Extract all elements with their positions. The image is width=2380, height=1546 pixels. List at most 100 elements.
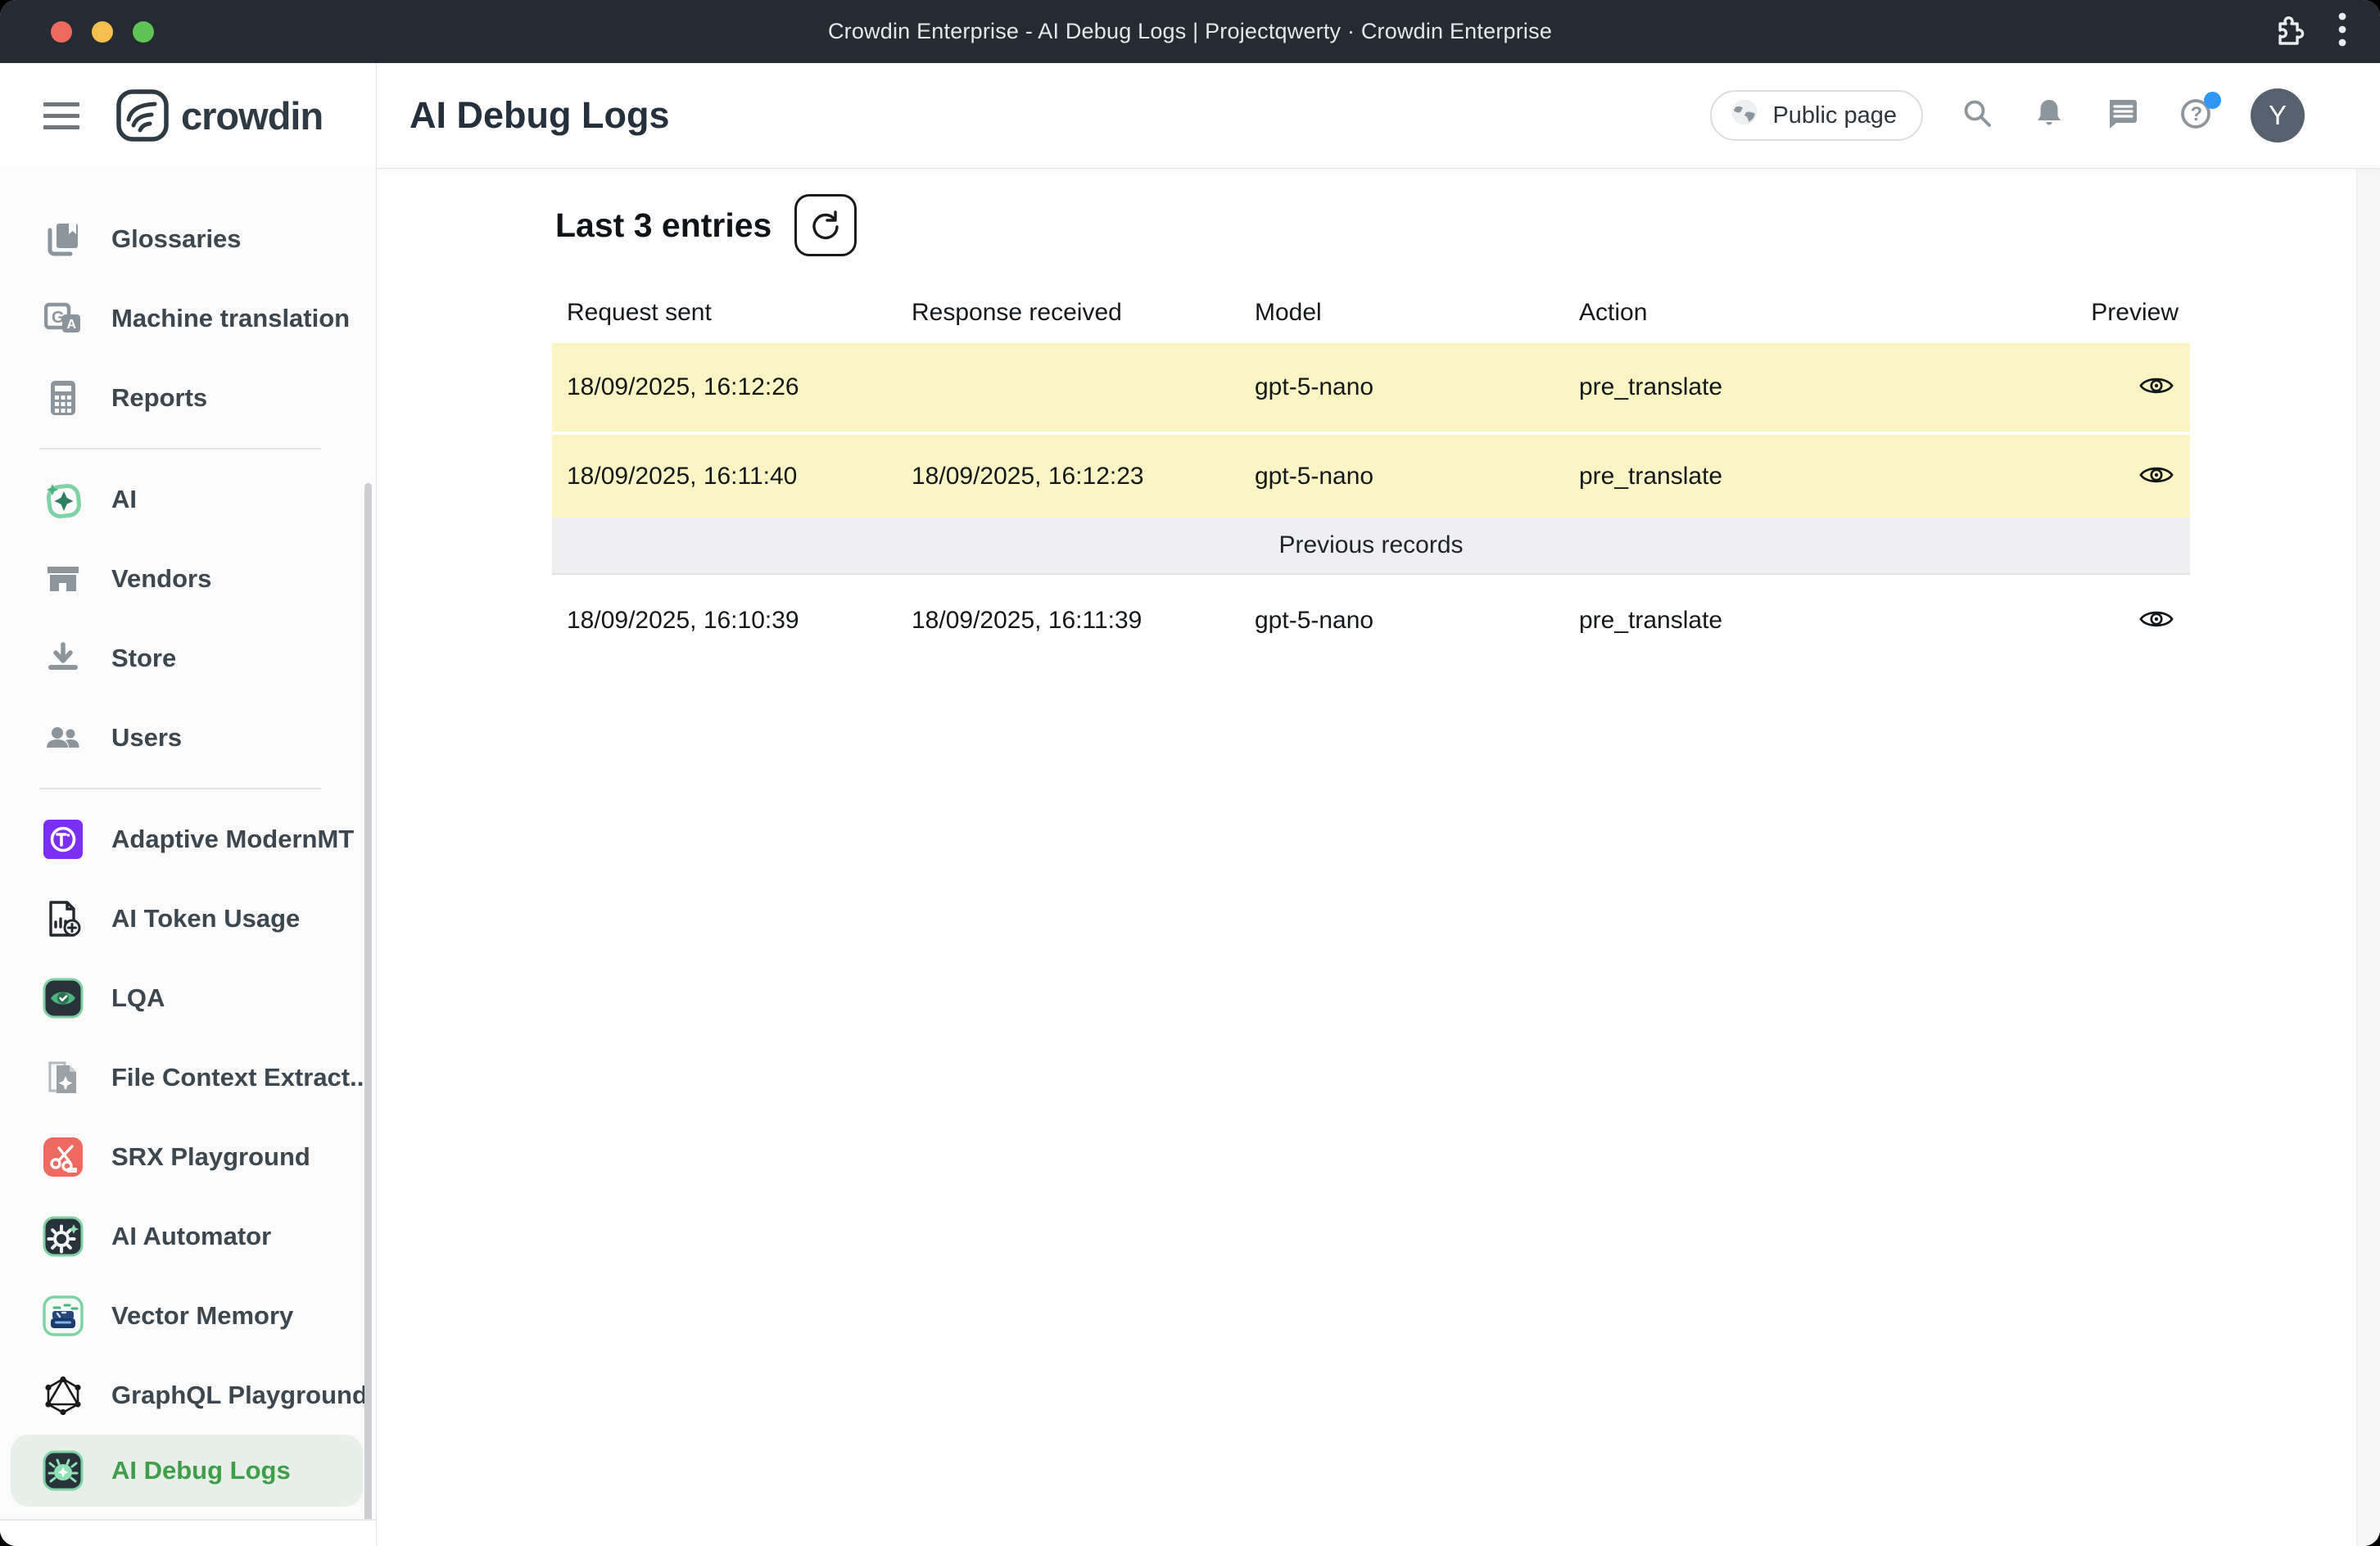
page-scrollbar[interactable] bbox=[2356, 63, 2380, 1546]
ai-icon bbox=[43, 479, 84, 520]
sidebar-item-label: GraphQL Playground bbox=[111, 1381, 368, 1410]
col-header-request-sent: Request sent bbox=[552, 299, 912, 327]
sidebar-header: crowdin bbox=[0, 63, 376, 168]
browser-titlebar: Crowdin Enterprise - AI Debug Logs | Pro… bbox=[0, 0, 2380, 63]
col-header-model: Model bbox=[1255, 299, 1579, 327]
machine-translation-icon: GA bbox=[43, 298, 84, 339]
svg-text:A: A bbox=[67, 318, 77, 332]
notifications-bell-icon[interactable] bbox=[2031, 96, 2067, 136]
sidebar-item-label: Machine translation bbox=[111, 304, 350, 333]
sidebar-item-file-context-extraction[interactable]: File Context Extract... bbox=[0, 1037, 376, 1117]
crowdin-logo[interactable]: crowdin bbox=[115, 88, 323, 142]
cell-model: gpt-5-nano bbox=[1255, 373, 1579, 401]
table-row: 18/09/2025, 16:10:39 18/09/2025, 16:11:3… bbox=[552, 575, 2190, 666]
previous-records-button[interactable]: Previous records bbox=[552, 518, 2190, 575]
cell-request-sent: 18/09/2025, 16:11:40 bbox=[552, 463, 912, 490]
table-header-row: Request sent Response received Model Act… bbox=[552, 283, 2190, 343]
srx-playground-icon bbox=[43, 1137, 84, 1178]
table-row: 18/09/2025, 16:11:40 18/09/2025, 16:12:2… bbox=[552, 435, 2190, 518]
file-context-extraction-icon bbox=[43, 1057, 84, 1098]
refresh-button[interactable] bbox=[794, 194, 857, 256]
entries-heading: Last 3 entries bbox=[555, 206, 771, 245]
ai-automator-icon bbox=[43, 1216, 84, 1257]
help-icon[interactable]: ? bbox=[2177, 95, 2215, 137]
lqa-icon bbox=[43, 978, 84, 1019]
users-icon bbox=[43, 717, 84, 758]
svg-text:?: ? bbox=[2191, 103, 2203, 125]
store-icon bbox=[43, 638, 84, 679]
cell-model: gpt-5-nano bbox=[1255, 463, 1579, 490]
sidebar-item-label: Store bbox=[111, 644, 176, 673]
sidebar-item-label: Users bbox=[111, 723, 182, 753]
graphql-playground-icon bbox=[43, 1375, 84, 1416]
cell-model: gpt-5-nano bbox=[1255, 607, 1579, 635]
cell-request-sent: 18/09/2025, 16:10:39 bbox=[552, 607, 912, 635]
sidebar-item-label: Glossaries bbox=[111, 224, 242, 254]
page-title: AI Debug Logs bbox=[409, 94, 669, 137]
col-header-action: Action bbox=[1579, 299, 1990, 327]
reports-icon bbox=[43, 377, 84, 418]
sidebar-scrollbar[interactable] bbox=[364, 483, 372, 1531]
sidebar-item-srx-playground[interactable]: SRX Playground bbox=[0, 1117, 376, 1196]
sidebar-item-label: Vector Memory bbox=[111, 1301, 293, 1331]
sidebar-item-label: AI Debug Logs bbox=[111, 1456, 291, 1485]
avatar-initial: Y bbox=[2269, 100, 2287, 131]
cell-request-sent: 18/09/2025, 16:12:26 bbox=[552, 373, 912, 401]
cell-action: pre_translate bbox=[1579, 607, 1990, 635]
extensions-puzzle-icon[interactable] bbox=[2270, 12, 2305, 51]
sidebar-item-ai-automator[interactable]: AI Automator bbox=[0, 1196, 376, 1276]
sidebar-divider bbox=[39, 448, 321, 450]
sidebar-item-store[interactable]: Store bbox=[0, 618, 376, 698]
sidebar-item-vendors[interactable]: Vendors bbox=[0, 539, 376, 618]
sidebar-item-reports[interactable]: Reports bbox=[0, 358, 376, 437]
main-area: AI Debug Logs Public page bbox=[377, 63, 2380, 1546]
sidebar-item-lqa[interactable]: LQA bbox=[0, 958, 376, 1037]
previous-records-label: Previous records bbox=[1278, 531, 1463, 559]
sidebar-item-graphql-playground[interactable]: GraphQL Playground bbox=[0, 1355, 376, 1435]
messages-icon[interactable] bbox=[2103, 95, 2141, 137]
sidebar-item-ai-debug-logs[interactable]: AI Debug Logs bbox=[11, 1435, 363, 1507]
sidebar-item-label: File Context Extract... bbox=[111, 1063, 371, 1092]
crowdin-logo-icon bbox=[115, 88, 170, 142]
sidebar-item-label: Adaptive ModernMT bbox=[111, 825, 354, 854]
preview-eye-icon[interactable] bbox=[2134, 459, 2179, 490]
sidebar-item-vector-memory[interactable]: Vector Memory bbox=[0, 1276, 376, 1355]
cell-response-received: 18/09/2025, 16:12:23 bbox=[912, 463, 1255, 490]
sidebar-item-label: SRX Playground bbox=[111, 1142, 310, 1172]
sidebar-item-adaptive-modernmt[interactable]: Adaptive ModernMT bbox=[0, 799, 376, 879]
preview-eye-icon[interactable] bbox=[2134, 370, 2179, 401]
sidebar-footer bbox=[0, 1519, 376, 1546]
preview-eye-icon[interactable] bbox=[2134, 603, 2179, 635]
browser-window: Crowdin Enterprise - AI Debug Logs | Pro… bbox=[0, 0, 2380, 1546]
hamburger-menu-icon[interactable] bbox=[43, 102, 79, 129]
sidebar-item-label: AI Automator bbox=[111, 1222, 271, 1251]
public-page-button[interactable]: Public page bbox=[1710, 90, 1923, 141]
ai-debug-logs-icon bbox=[43, 1450, 84, 1491]
col-header-preview: Preview bbox=[1990, 299, 2190, 327]
sidebar-item-label: LQA bbox=[111, 983, 165, 1013]
cell-response-received: 18/09/2025, 16:11:39 bbox=[912, 607, 1255, 635]
crowdin-wordmark: crowdin bbox=[181, 93, 323, 138]
table-row: 18/09/2025, 16:12:26 gpt-5-nano pre_tran… bbox=[552, 343, 2190, 432]
sidebar-item-label: Vendors bbox=[111, 564, 211, 594]
vector-memory-icon bbox=[43, 1295, 84, 1336]
notification-dot bbox=[2204, 92, 2221, 109]
sidebar: crowdin Glossaries GA Machine translatio… bbox=[0, 63, 377, 1546]
sidebar-item-label: Reports bbox=[111, 383, 207, 413]
cell-action: pre_translate bbox=[1579, 373, 1990, 401]
sidebar-item-ai-token-usage[interactable]: AI Token Usage bbox=[0, 879, 376, 958]
public-page-label: Public page bbox=[1772, 102, 1897, 129]
sidebar-item-users[interactable]: Users bbox=[0, 698, 376, 777]
browser-menu-kebab-icon[interactable] bbox=[2337, 11, 2347, 52]
cell-action: pre_translate bbox=[1579, 463, 1990, 490]
search-icon[interactable] bbox=[1959, 96, 1995, 136]
avatar[interactable]: Y bbox=[2251, 88, 2305, 142]
sidebar-item-machine-translation[interactable]: GA Machine translation bbox=[0, 278, 376, 358]
vendors-icon bbox=[43, 558, 84, 599]
sidebar-item-glossaries[interactable]: Glossaries bbox=[0, 199, 376, 278]
sidebar-item-label: AI bbox=[111, 485, 137, 514]
sidebar-item-ai[interactable]: AI bbox=[0, 459, 376, 539]
globe-icon bbox=[1728, 96, 1761, 135]
col-header-response-received: Response received bbox=[912, 299, 1255, 327]
sidebar-item-label: AI Token Usage bbox=[111, 904, 300, 933]
